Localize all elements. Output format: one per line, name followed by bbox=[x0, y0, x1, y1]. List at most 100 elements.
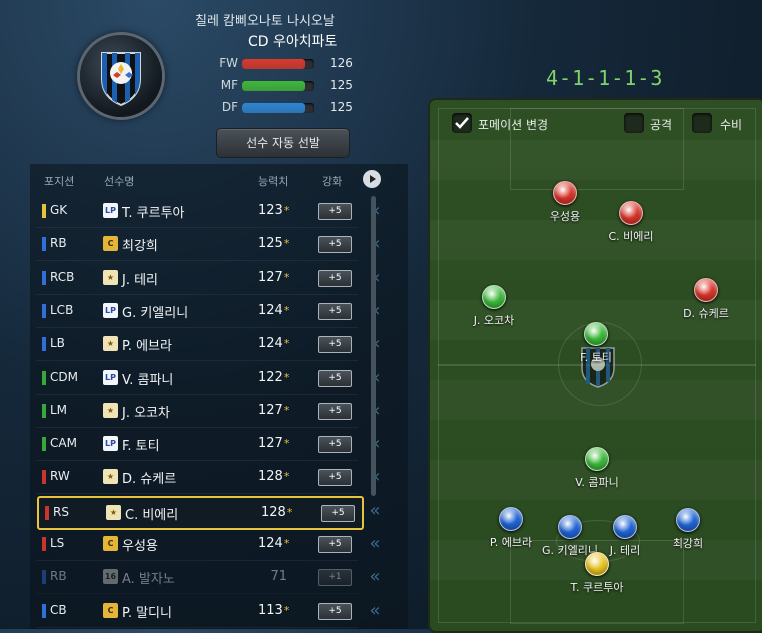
chevron-left-icon: « bbox=[369, 533, 381, 554]
player-dot-icon[interactable] bbox=[676, 508, 700, 532]
table-row[interactable]: GK LP T. 쿠르투아 123* +5 bbox=[36, 196, 358, 228]
table-row[interactable]: CAM LP F. 토티 127* +5 bbox=[36, 429, 358, 462]
upgrade-button[interactable]: +5 bbox=[318, 302, 352, 320]
rating-value: 124 bbox=[258, 336, 283, 352]
upgrade-button[interactable]: +5 bbox=[318, 469, 352, 487]
row-rating: 127* bbox=[258, 270, 290, 285]
pitch-player-name: 최강희 bbox=[672, 537, 704, 550]
row-position: CDM bbox=[50, 369, 78, 384]
upgrade-button[interactable]: +5 bbox=[318, 402, 352, 420]
pitch-player-marker[interactable]: C. 비에리 bbox=[581, 201, 681, 244]
rating-value: 127 bbox=[258, 436, 283, 452]
row-position: RB bbox=[50, 569, 67, 584]
table-row[interactable]: RCB ★ J. 테리 127* +5 bbox=[36, 263, 358, 295]
pitch-player-marker[interactable]: D. 슈케르 bbox=[656, 278, 756, 321]
upgrade-button[interactable]: +5 bbox=[318, 236, 352, 254]
pitch-player-marker[interactable]: T. 쿠르투아 bbox=[547, 552, 647, 595]
row-player-name: J. 테리 bbox=[122, 272, 159, 288]
row-player-name: G. 키엘리니 bbox=[122, 305, 189, 321]
pitch-player-name: C. 비에리 bbox=[608, 230, 654, 243]
rating-star: * bbox=[283, 237, 290, 251]
rating-star: * bbox=[283, 470, 290, 484]
row-divider bbox=[36, 626, 358, 628]
player-dot-icon[interactable] bbox=[584, 322, 608, 346]
position-color-bar bbox=[45, 505, 49, 520]
row-position: RB bbox=[50, 236, 67, 251]
rating-value: 127 bbox=[258, 402, 283, 418]
table-row[interactable]: RB 16 A. 발자노 71 +1 bbox=[36, 562, 358, 592]
rating-star: * bbox=[283, 603, 290, 617]
header-rating: 능력치 bbox=[258, 175, 289, 188]
upgrade-button[interactable]: +5 bbox=[318, 602, 352, 620]
player-dot-icon[interactable] bbox=[585, 447, 609, 471]
rating-value: 128 bbox=[258, 469, 283, 485]
row-rating: 124* bbox=[258, 336, 289, 352]
rating-value: 124 bbox=[258, 302, 283, 318]
player-dot-icon[interactable] bbox=[613, 515, 637, 539]
position-color-bar bbox=[42, 303, 46, 318]
upgrade-button[interactable]: +1 bbox=[318, 569, 352, 587]
table-row[interactable]: LM ★ J. 오코차 127* +5 bbox=[36, 396, 358, 428]
play-icon[interactable] bbox=[363, 170, 381, 188]
pitch-player-marker[interactable]: J. 오코차 bbox=[444, 285, 544, 328]
stat-label-fw: FW bbox=[219, 56, 238, 70]
row-position: LM bbox=[50, 402, 68, 417]
position-color-bar bbox=[42, 603, 46, 618]
formation-change-checkbox[interactable] bbox=[452, 113, 472, 133]
row-rating: 127* bbox=[258, 436, 289, 452]
position-color-bar bbox=[42, 437, 46, 452]
auto-select-button[interactable]: 선수 자동 선발 bbox=[216, 128, 350, 158]
pitch-player-marker[interactable]: V. 콤파니 bbox=[547, 447, 647, 490]
row-rating: 124* bbox=[258, 536, 289, 551]
pitch-player-marker[interactable]: F. 토티 bbox=[546, 322, 646, 365]
upgrade-button[interactable]: +5 bbox=[321, 504, 355, 522]
upgrade-button[interactable]: +5 bbox=[318, 336, 352, 354]
table-row[interactable]: LS C 우성용 124* +5 bbox=[36, 529, 358, 561]
table-row[interactable]: LCB LP G. 키엘리니 124* +5 bbox=[36, 296, 358, 328]
league-name: 칠레 캄삐오나토 나시오날 bbox=[195, 14, 335, 29]
season-badge-icon: LP bbox=[103, 369, 118, 385]
player-dot-icon[interactable] bbox=[553, 181, 577, 205]
pitch-player-marker[interactable]: 최강희 bbox=[638, 508, 738, 551]
table-row[interactable]: RW ★ D. 슈케르 128* +5 bbox=[36, 462, 358, 495]
upgrade-button[interactable]: +5 bbox=[318, 203, 352, 220]
table-row[interactable]: LB ★ P. 에브라 124* +5 bbox=[36, 329, 358, 362]
rating-value: 122 bbox=[258, 369, 283, 385]
season-badge-icon: ★ bbox=[103, 402, 118, 418]
upgrade-button[interactable]: +5 bbox=[318, 369, 352, 387]
row-rating: 128* bbox=[258, 469, 290, 485]
chevron-left-icon: « bbox=[369, 599, 381, 621]
defense-checkbox[interactable] bbox=[692, 113, 712, 133]
upgrade-button[interactable]: +5 bbox=[318, 436, 352, 454]
table-row[interactable]: CDM LP V. 콤파니 122* +5 bbox=[36, 363, 358, 395]
formation-change-label: 포메이션 변경 bbox=[478, 118, 549, 132]
rating-value: 113 bbox=[258, 602, 283, 618]
row-divider bbox=[36, 560, 358, 561]
table-row[interactable]: RS ★ C. 비에리 128* +5 bbox=[37, 495, 364, 530]
attack-checkbox[interactable] bbox=[624, 113, 644, 133]
row-player-name: P. 에브라 bbox=[122, 339, 172, 355]
player-dot-icon[interactable] bbox=[482, 285, 506, 309]
upgrade-button[interactable]: +5 bbox=[318, 269, 352, 287]
list-scrollbar-thumb[interactable] bbox=[371, 196, 376, 496]
upgrade-button[interactable]: +5 bbox=[318, 536, 352, 553]
player-dot-icon[interactable] bbox=[585, 552, 609, 576]
table-row[interactable]: RB C 최강희 125* +5 bbox=[36, 229, 358, 262]
season-badge-icon: C bbox=[103, 536, 118, 551]
table-row[interactable]: CB C P. 말디니 113* +5 bbox=[36, 596, 358, 628]
row-player-name: 최강희 bbox=[122, 239, 158, 255]
rating-star: * bbox=[283, 270, 290, 284]
position-color-bar bbox=[42, 370, 46, 385]
row-rating: 122* bbox=[258, 369, 289, 385]
row-player-name: P. 말디니 bbox=[122, 605, 172, 621]
rating-value: 71 bbox=[270, 569, 287, 585]
season-badge-icon: ★ bbox=[103, 336, 118, 352]
defense-label: 수비 bbox=[720, 118, 743, 132]
position-color-bar bbox=[42, 337, 46, 352]
check-icon bbox=[455, 117, 469, 129]
row-divider bbox=[36, 426, 358, 428]
player-dot-icon[interactable] bbox=[619, 201, 643, 225]
row-rating: 113* bbox=[258, 602, 290, 618]
player-dot-icon[interactable] bbox=[694, 278, 718, 302]
season-badge-icon: ★ bbox=[106, 504, 121, 520]
